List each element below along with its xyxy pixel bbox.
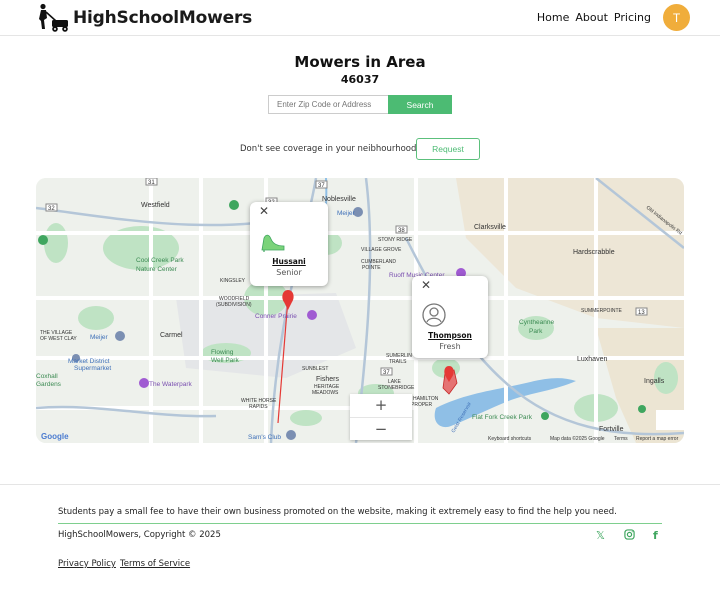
instagram-icon[interactable]: [624, 529, 635, 543]
map-label-carmel: Carmel: [160, 332, 183, 339]
map-label-conner-prairie: Conner Prairie: [255, 313, 297, 320]
map-label-park: Park: [529, 328, 543, 335]
mower-popup-thompson[interactable]: ✕ Thompson Fresh: [412, 276, 488, 358]
copyright: HighSchoolMowers, Copyright © 2025: [58, 530, 221, 540]
map-label-summerpointe: SUMMERPOINTE: [581, 308, 623, 314]
map-label-luxhaven: Luxhaven: [577, 356, 607, 363]
map-label-of-west-clay: OF WEST CLAY: [40, 336, 77, 342]
coverage-prompt: Don't see coverage in your neibhourhood?: [240, 144, 421, 154]
map-label-meijer: Meijer: [337, 210, 356, 217]
nav-pricing-link[interactable]: Pricing: [614, 11, 651, 24]
zoom-in-button[interactable]: +: [350, 394, 412, 417]
map-label-nature-center: Nature Center: [136, 266, 178, 273]
map-label-subdivision: (SUBDIVISION): [216, 302, 252, 308]
map-label-kingsley: KINGSLEY: [220, 278, 246, 284]
user-icon: [422, 303, 446, 327]
map-label-cool-creek: Cool Creek Park: [136, 257, 184, 264]
map-label-waterpark: The Waterpark: [149, 381, 192, 388]
terms-of-service-link[interactable]: Terms of Service: [120, 559, 190, 569]
keyboard-shortcuts-link[interactable]: Keyboard shortcuts: [488, 436, 531, 442]
map-label-clarksville: Clarksville: [474, 224, 506, 231]
mower-name[interactable]: Hussani: [250, 257, 328, 266]
map-label-village-grove: VILLAGE GROVE: [361, 247, 402, 253]
report-map-error-link[interactable]: Report a map error: [636, 436, 678, 442]
nav-about-link[interactable]: About: [575, 11, 608, 24]
map-label-supermarket: Supermarket: [74, 365, 111, 372]
map-label-sunblest: SUNBLEST: [302, 366, 328, 372]
map-label-stony-ridge: STONY RIDGE: [378, 237, 413, 243]
search-input[interactable]: [268, 95, 388, 114]
map-label-rapids: RAPIDS: [249, 404, 268, 410]
search-button[interactable]: Search: [388, 95, 452, 114]
current-zip: 46037: [340, 73, 380, 86]
map-label-westfield: Westfield: [141, 202, 170, 209]
map-label-meijer-2: Meijer: [90, 334, 109, 341]
road-38: 38: [398, 228, 405, 234]
map-label-hardscrabble: Hardscrabble: [573, 249, 615, 256]
top-navbar: HighSchoolMowers Home About Pricing T: [0, 0, 720, 36]
map-label-coxhall: Coxhall: [36, 373, 58, 380]
map-label-fortville: Fortville: [599, 426, 624, 433]
map-data-attribution: Map data ©2025 Google: [550, 436, 605, 442]
map-label-fishers: Fishers: [316, 376, 339, 383]
footer-divider: [58, 523, 662, 524]
mowers-map[interactable]: 31 37 32 32 38 238 13 37 Westfield Noble…: [36, 178, 684, 443]
zoom-out-button[interactable]: −: [350, 417, 412, 440]
map-label-gardens: Gardens: [36, 381, 62, 388]
road-37: 37: [318, 183, 325, 189]
user-avatar[interactable]: T: [663, 4, 690, 31]
facebook-icon[interactable]: f: [653, 529, 658, 542]
map-label-market-district: Market District: [68, 358, 110, 365]
map-label-pointe: POINTE: [362, 265, 381, 271]
footer-note: Students pay a small fee to have their o…: [58, 507, 617, 517]
mower-rank: Senior: [276, 268, 302, 277]
brand-logo[interactable]: HighSchoolMowers: [36, 3, 252, 33]
road-32: 32: [48, 206, 55, 212]
map-label-trails: TRAILS: [389, 359, 407, 365]
terms-link[interactable]: Terms: [614, 436, 628, 442]
page-title: Mowers in Area: [294, 53, 426, 71]
map-label-proper: PROPER: [411, 402, 433, 408]
high-heel-icon: [261, 234, 285, 252]
road-13: 13: [638, 310, 645, 316]
road-37b: 37: [383, 370, 390, 376]
zoom-controls: + −: [350, 394, 412, 440]
map-label-well-park: Well Park: [211, 357, 239, 364]
mower-name[interactable]: Thompson: [412, 331, 488, 340]
map-label-cyntheanne: Cyntheanne: [519, 319, 554, 326]
close-icon[interactable]: ✕: [421, 278, 431, 292]
privacy-policy-link[interactable]: Privacy Policy: [58, 559, 116, 569]
map-label-ingalls: Ingalls: [644, 378, 665, 385]
map-label-sams-club: Sam's Club: [248, 434, 281, 441]
lawn-mower-icon: [39, 3, 68, 32]
google-logo: Google: [41, 432, 69, 441]
request-button[interactable]: Request: [416, 138, 480, 160]
map-label-flowing: Flowing: [211, 349, 234, 356]
nav-home-link[interactable]: Home: [537, 11, 569, 24]
mower-popup-hussani[interactable]: ✕ Hussani Senior: [250, 202, 328, 286]
search-bar: Search: [268, 95, 452, 114]
mower-rank: Fresh: [439, 342, 461, 351]
brand-name: HighSchoolMowers: [73, 8, 253, 28]
map-label-noblesville: Noblesville: [322, 196, 356, 203]
map-label-flat-fork: Flat Fork Creek Park: [472, 414, 533, 421]
map-label-meadows: MEADOWS: [312, 390, 339, 396]
site-footer: Students pay a small fee to have their o…: [0, 484, 720, 591]
close-icon[interactable]: ✕: [259, 204, 269, 218]
x-twitter-icon[interactable]: 𝕏: [596, 529, 605, 542]
road-31: 31: [148, 180, 155, 186]
map-label-stonebridge: STONEBRIDGE: [378, 385, 415, 391]
